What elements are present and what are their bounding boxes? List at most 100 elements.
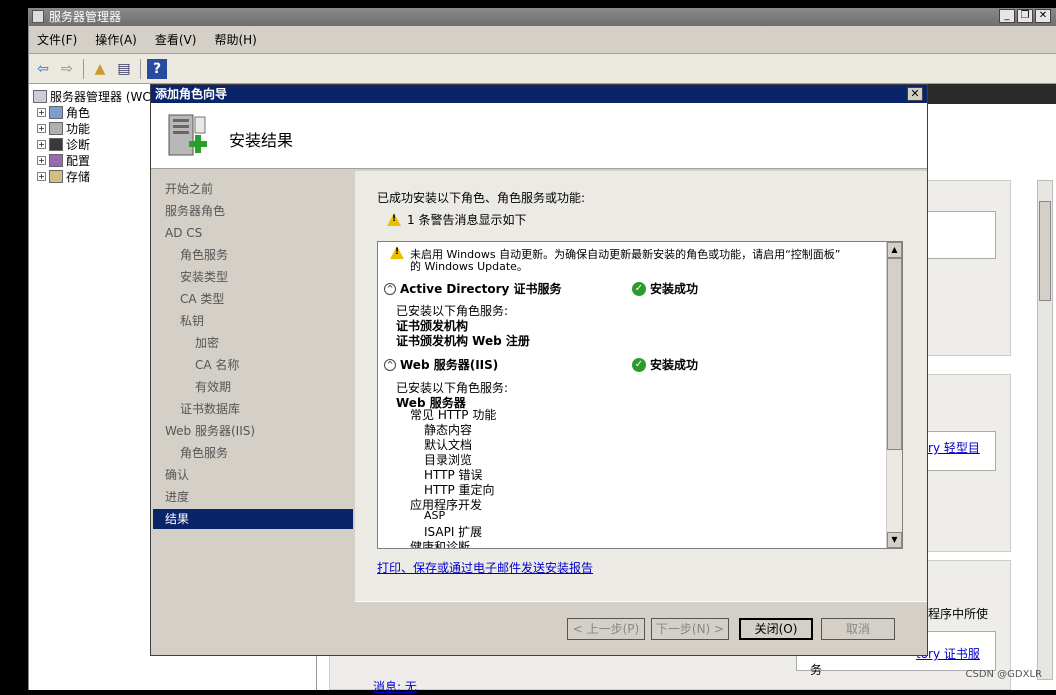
- expand-icon[interactable]: +: [37, 108, 46, 117]
- main-window-title: 服务器管理器: [49, 10, 121, 24]
- scroll-up-arrow-icon[interactable]: ▲: [887, 242, 902, 258]
- expand-icon[interactable]: +: [37, 124, 46, 133]
- ad-cs-item: 证书颁发机构 Web 注册: [396, 332, 530, 349]
- expand-icon[interactable]: +: [37, 140, 46, 149]
- cancel-button[interactable]: 取消: [821, 618, 895, 640]
- tree-root[interactable]: 服务器管理器 (WC: [33, 88, 151, 104]
- nav-step-ad-cs[interactable]: AD CS: [153, 223, 353, 243]
- nav-step-web-server-iis[interactable]: Web 服务器(IIS): [153, 421, 353, 441]
- warning-count-text: 1 条警告消息显示如下: [407, 211, 526, 228]
- nav-step-role-services[interactable]: 角色服务: [153, 245, 353, 265]
- nav-step-ca-type[interactable]: CA 类型: [153, 289, 353, 309]
- section-iis-status: 安装成功: [650, 356, 698, 373]
- collapse-icon[interactable]: ^: [384, 356, 396, 371]
- show-hide-tree-icon[interactable]: ▤: [114, 59, 134, 79]
- wizard-title-bar: 添加角色向导 ✕: [151, 85, 927, 103]
- tree-item-features[interactable]: + 功能: [37, 120, 90, 136]
- close-wizard-button[interactable]: 关闭(O): [739, 618, 813, 640]
- section-ad-cs-status: 安装成功: [650, 280, 698, 297]
- nav-step-iis-role-services[interactable]: 角色服务: [153, 443, 353, 463]
- storage-icon: [49, 170, 63, 183]
- wizard-close-button[interactable]: ✕: [907, 87, 923, 101]
- toolbar-separator: [83, 59, 84, 79]
- tree-root-label: 服务器管理器 (WC: [50, 88, 151, 105]
- section-ad-cs-title: Active Directory 证书服务: [400, 280, 562, 297]
- tree-item-diagnostics[interactable]: + 诊断: [37, 136, 90, 152]
- iis-app-item: ASP: [424, 509, 445, 522]
- add-roles-wizard-dialog: 添加角色向导 ✕ 安装结果 开始之前 服务器角色 AD CS 角色服务 安装类型…: [150, 84, 928, 656]
- previous-button[interactable]: < 上一步(P): [567, 618, 645, 640]
- nav-step-setup-type[interactable]: 安装类型: [153, 267, 353, 287]
- tree-item-label: 角色: [66, 104, 90, 121]
- tree-item-roles[interactable]: + 角色: [37, 104, 90, 120]
- up-folder-icon[interactable]: ▲: [90, 59, 110, 79]
- menu-file[interactable]: 文件(F): [37, 31, 77, 48]
- nav-step-validity-period[interactable]: 有效期: [153, 377, 353, 397]
- back-arrow-icon[interactable]: ⇦: [33, 59, 53, 79]
- nav-step-confirmation[interactable]: 确认: [153, 465, 353, 485]
- results-list[interactable]: 未启用 Windows 自动更新。为确保自动更新最新安装的角色或功能，请启用“控…: [377, 241, 903, 549]
- nav-step-progress[interactable]: 进度: [153, 487, 353, 507]
- nav-step-cryptography[interactable]: 加密: [153, 333, 353, 353]
- expand-icon[interactable]: +: [37, 172, 46, 181]
- warning-icon: [390, 246, 404, 262]
- nav-step-server-roles[interactable]: 服务器角色: [153, 201, 353, 221]
- wizard-title: 添加角色向导: [155, 87, 227, 101]
- configuration-icon: [49, 154, 63, 167]
- tree-item-label: 诊断: [66, 136, 90, 153]
- tree-item-storage[interactable]: + 存储: [37, 168, 90, 184]
- wizard-content: 已成功安装以下角色、角色服务或功能: 1 条警告消息显示如下 未启用 Windo…: [355, 171, 927, 601]
- server-manager-app-icon: [32, 10, 44, 23]
- scrollbar-thumb[interactable]: [887, 258, 902, 450]
- toolbar-separator: [140, 59, 141, 79]
- watermark: CSDN @GDXLR: [965, 669, 1042, 680]
- wizard-page-title: 安装结果: [229, 127, 293, 151]
- install-summary-text: 已成功安装以下角色、角色服务或功能:: [377, 189, 585, 206]
- warning-message-line2: 的 Windows Update。: [410, 258, 528, 274]
- tree-item-label: 配置: [66, 152, 90, 169]
- next-button[interactable]: 下一步(N) >: [651, 618, 729, 640]
- report-link[interactable]: 打印、保存或通过电子邮件发送安装报告: [377, 559, 593, 576]
- iis-app-dev: 应用程序开发: [410, 496, 482, 513]
- tree-item-configuration[interactable]: + 配置: [37, 152, 90, 168]
- nav-step-ca-name[interactable]: CA 名称: [153, 355, 353, 375]
- roles-icon: [49, 106, 63, 119]
- tree-item-label: 功能: [66, 120, 90, 137]
- results-scrollbar[interactable]: ▲ ▼: [886, 242, 902, 548]
- close-button[interactable]: ✕: [1035, 9, 1051, 23]
- menu-action[interactable]: 操作(A): [95, 31, 137, 48]
- nav-step-private-key[interactable]: 私钥: [153, 311, 353, 331]
- iis-health: 健康和诊断: [410, 538, 470, 549]
- diagnostics-icon: [49, 138, 63, 151]
- section-iis-title: Web 服务器(IIS): [400, 356, 498, 373]
- details-text-4: 务: [810, 661, 822, 678]
- nav-step-results[interactable]: 结果: [153, 509, 353, 529]
- menu-help[interactable]: 帮助(H): [214, 31, 256, 48]
- success-icon: ✓: [632, 356, 646, 372]
- wizard-header: 安装结果: [151, 103, 927, 169]
- nav-step-before-you-begin[interactable]: 开始之前: [153, 179, 353, 199]
- minimize-button[interactable]: _: [999, 9, 1015, 23]
- menu-view[interactable]: 查看(V): [155, 31, 197, 48]
- warning-icon: [387, 213, 401, 226]
- main-title-bar: 服务器管理器 _ ❐ ✕: [29, 8, 1056, 26]
- toolbar: ⇦ ⇨ ▲ ▤ ?: [29, 54, 1056, 84]
- restore-button[interactable]: ❐: [1017, 9, 1033, 23]
- scroll-down-arrow-icon[interactable]: ▼: [887, 532, 902, 548]
- details-scrollbar[interactable]: [1037, 180, 1053, 680]
- details-messages[interactable]: 消息: 无: [373, 678, 417, 695]
- success-icon: ✓: [632, 280, 646, 296]
- server-add-role-icon: [165, 111, 209, 161]
- warning-summary: 1 条警告消息显示如下: [387, 211, 526, 228]
- expand-icon[interactable]: +: [37, 156, 46, 165]
- wizard-footer: < 上一步(P) 下一步(N) > 关闭(O) 取消: [355, 601, 927, 655]
- menu-bar: 文件(F) 操作(A) 查看(V) 帮助(H): [29, 26, 1056, 54]
- forward-arrow-icon[interactable]: ⇨: [57, 59, 77, 79]
- server-icon: [33, 90, 47, 103]
- nav-step-certificate-database[interactable]: 证书数据库: [153, 399, 353, 419]
- collapse-icon[interactable]: ^: [384, 280, 396, 295]
- scrollbar-thumb[interactable]: [1039, 201, 1051, 301]
- tree-item-label: 存储: [66, 168, 90, 185]
- help-icon[interactable]: ?: [147, 59, 167, 79]
- wizard-steps-nav: 开始之前 服务器角色 AD CS 角色服务 安装类型 CA 类型 私钥 加密 C…: [153, 171, 353, 645]
